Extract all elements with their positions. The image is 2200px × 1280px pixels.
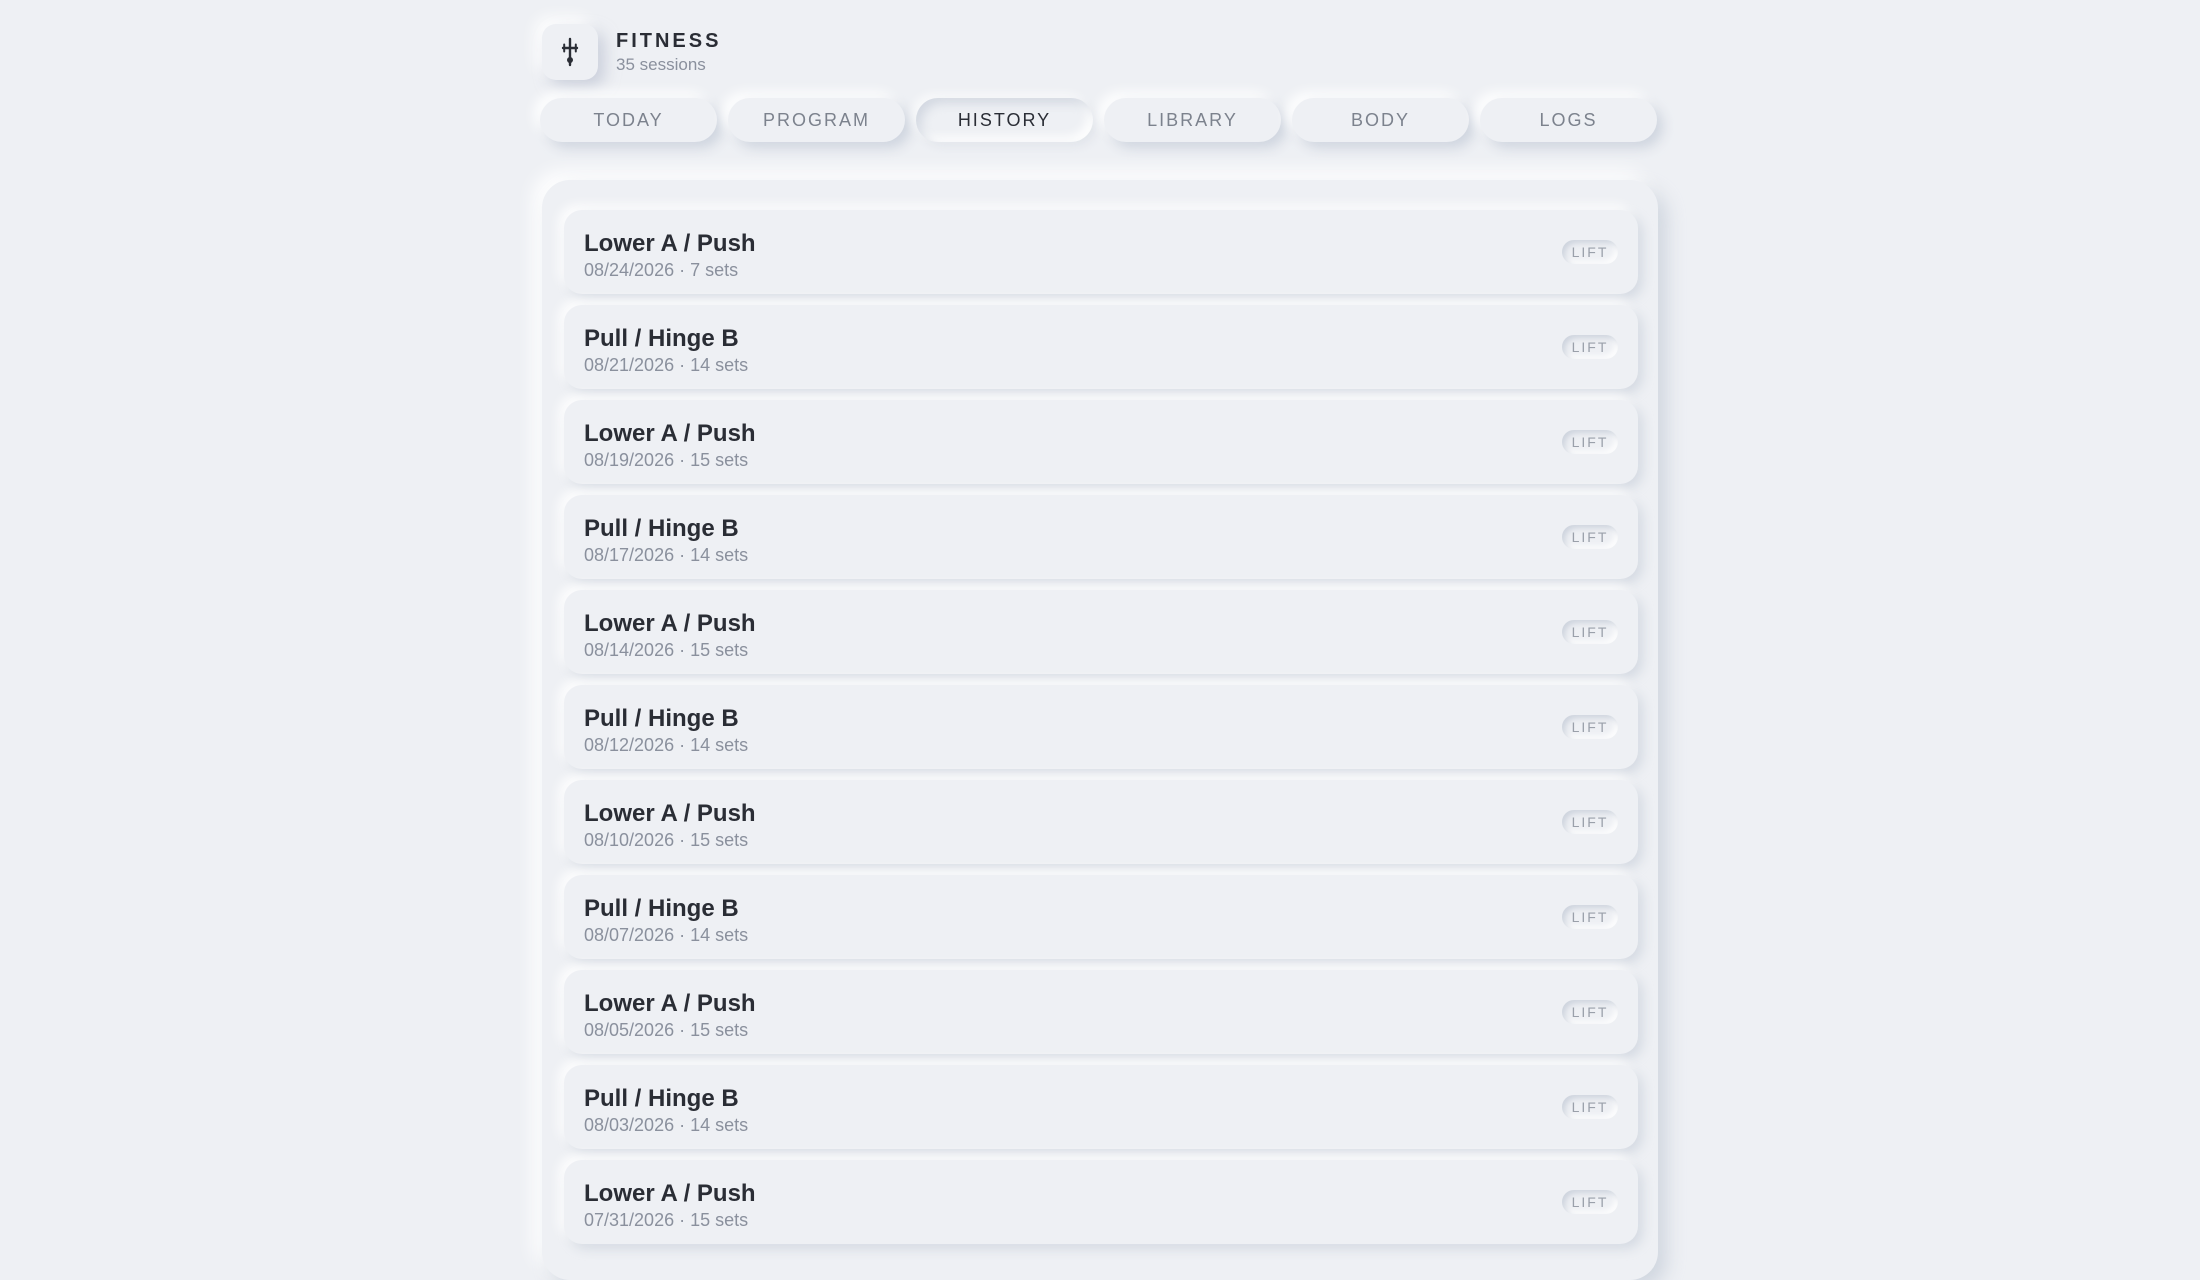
session-name: Lower A / Push [584,1180,756,1207]
session-meta: 08/24/2026 · 7 sets [584,260,739,280]
session-count: 35 sessions [616,54,706,74]
session-item[interactable]: Lower A / Push 08/10/2026 · 15 sets LIFT [564,780,1638,864]
session-name: Lower A / Push [584,610,756,637]
tab-today[interactable]: TODAY [540,98,717,142]
tab-logs[interactable]: LOGS [1480,98,1657,142]
session-type-badge: LIFT [1562,335,1618,359]
session-type-badge: LIFT [1562,715,1618,739]
app-root: FITNESS 35 sessions TODAY PROGRAM HISTOR… [540,0,1660,1280]
session-item[interactable]: Lower A / Push 08/05/2026 · 15 sets LIFT [564,970,1638,1054]
session-item[interactable]: Lower A / Push 07/31/2026 · 15 sets LIFT [564,1160,1638,1244]
session-name: Pull / Hinge B [584,705,739,732]
app-header: FITNESS 35 sessions [540,20,1660,84]
session-type-badge: LIFT [1562,1095,1618,1119]
app-title: FITNESS [616,29,722,52]
session-type-badge: LIFT [1562,620,1618,644]
session-type-badge: LIFT [1562,905,1618,929]
session-meta: 08/12/2026 · 14 sets [584,735,749,755]
session-meta: 08/19/2026 · 15 sets [584,450,749,470]
fitness-icon [558,37,582,67]
app-title-block: FITNESS 35 sessions [616,30,721,75]
session-type-badge: LIFT [1562,1190,1618,1214]
session-meta: 08/05/2026 · 15 sets [584,1020,749,1040]
session-meta: 08/07/2026 · 14 sets [584,925,749,945]
tab-body[interactable]: BODY [1292,98,1469,142]
session-type-badge: LIFT [1562,240,1618,264]
tab-history[interactable]: HISTORY [916,98,1093,142]
session-item[interactable]: Lower A / Push 08/19/2026 · 15 sets LIFT [564,400,1638,484]
session-name: Pull / Hinge B [584,325,739,352]
session-type-badge: LIFT [1562,1000,1618,1024]
session-name: Lower A / Push [584,990,756,1017]
session-meta: 07/31/2026 · 15 sets [584,1210,749,1230]
session-item[interactable]: Pull / Hinge B 08/12/2026 · 14 sets LIFT [564,685,1638,769]
session-name: Pull / Hinge B [584,895,739,922]
main-tabs: TODAY PROGRAM HISTORY LIBRARY BODY LOGS [540,98,1660,142]
session-item[interactable]: Lower A / Push 08/24/2026 · 7 sets LIFT [564,210,1638,294]
session-type-badge: LIFT [1562,430,1618,454]
session-item[interactable]: Pull / Hinge B 08/21/2026 · 14 sets LIFT [564,305,1638,389]
session-list: Lower A / Push 08/24/2026 · 7 sets LIFT … [564,210,1638,1255]
session-type-badge: LIFT [1562,810,1618,834]
app-logo [542,24,598,80]
session-meta: 08/14/2026 · 15 sets [584,640,749,660]
session-type-badge: LIFT [1562,525,1618,549]
history-panel: Lower A / Push 08/24/2026 · 7 sets LIFT … [542,180,1658,1280]
session-meta: 08/10/2026 · 15 sets [584,830,749,850]
session-name: Lower A / Push [584,230,756,257]
session-name: Lower A / Push [584,800,756,827]
session-item[interactable]: Lower A / Push 08/14/2026 · 15 sets LIFT [564,590,1638,674]
session-item[interactable]: Pull / Hinge B 08/07/2026 · 14 sets LIFT [564,875,1638,959]
session-meta: 08/21/2026 · 14 sets [584,355,749,375]
session-name: Pull / Hinge B [584,1085,739,1112]
session-name: Pull / Hinge B [584,515,739,542]
session-meta: 08/03/2026 · 14 sets [584,1115,749,1135]
tab-library[interactable]: LIBRARY [1104,98,1281,142]
session-meta: 08/17/2026 · 14 sets [584,545,749,565]
session-name: Lower A / Push [584,420,756,447]
tab-program[interactable]: PROGRAM [728,98,905,142]
session-item[interactable]: Pull / Hinge B 08/03/2026 · 14 sets LIFT [564,1065,1638,1149]
session-item[interactable]: Pull / Hinge B 08/17/2026 · 14 sets LIFT [564,495,1638,579]
